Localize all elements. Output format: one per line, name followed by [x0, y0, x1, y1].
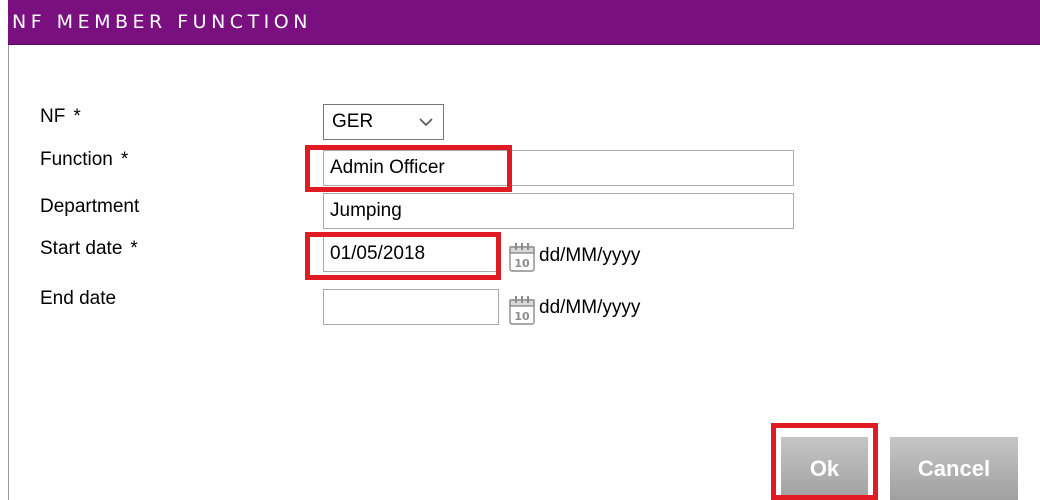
end-date-label: End date	[40, 288, 116, 310]
department-label-text: Department	[40, 196, 140, 217]
cancel-button[interactable]: Cancel	[890, 437, 1018, 500]
nf-select-value: GER	[332, 111, 374, 132]
department-input[interactable]	[323, 193, 794, 229]
end-date-input[interactable]	[323, 289, 499, 325]
start-date-label: Start date *	[40, 238, 138, 260]
nf-label-text: NF	[40, 106, 66, 127]
calendar-icon-day: 10	[514, 257, 530, 270]
function-input[interactable]	[323, 150, 794, 186]
start-date-input[interactable]	[323, 236, 499, 272]
nf-label: NF *	[40, 106, 81, 128]
dialog-title: NF MEMBER FUNCTION	[12, 11, 312, 33]
function-label-text: Function	[40, 149, 113, 170]
calendar-icon[interactable]: 10	[507, 240, 537, 274]
ok-button[interactable]: Ok	[781, 437, 868, 500]
nf-select[interactable]: GER	[323, 104, 444, 140]
nf-required-marker: *	[73, 106, 81, 127]
end-date-format-hint: dd/MM/yyyy	[539, 297, 641, 318]
dialog-title-bar: NF MEMBER FUNCTION	[8, 0, 1040, 45]
calendar-icon[interactable]: 10	[507, 293, 537, 327]
end-date-label-text: End date	[40, 288, 117, 309]
chevron-down-icon	[419, 118, 433, 127]
nf-member-function-dialog: NF MEMBER FUNCTION NF * GER Function * Dep…	[0, 0, 1040, 500]
start-date-format-hint: dd/MM/yyyy	[539, 245, 641, 266]
start-date-label-text: Start date	[40, 238, 123, 259]
calendar-icon-day: 10	[514, 310, 530, 323]
department-label: Department	[40, 196, 139, 218]
function-required-marker: *	[120, 149, 129, 170]
function-label: Function *	[40, 149, 128, 171]
dialog-left-border	[8, 45, 9, 500]
start-date-required-marker: *	[130, 238, 138, 259]
